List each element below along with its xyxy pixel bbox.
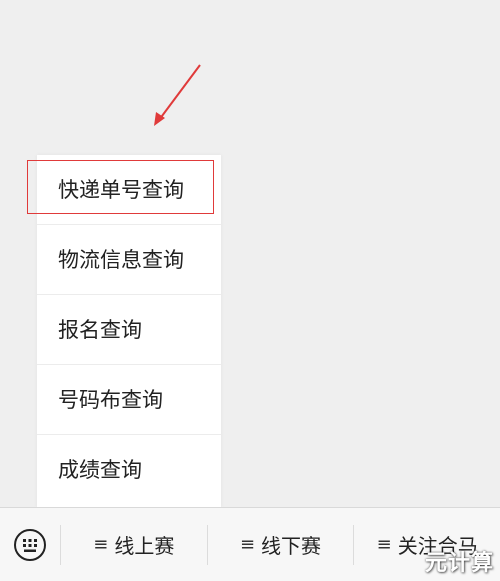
keyboard-toggle-button[interactable]	[0, 508, 60, 581]
menu-item-logistics-info[interactable]: 物流信息查询	[37, 225, 221, 295]
bottom-menu-label: 线下赛	[261, 534, 322, 558]
menu-item-results-query[interactable]: 成绩查询	[37, 435, 221, 507]
menu-item-registration-query[interactable]: 报名查询	[37, 295, 221, 365]
keyboard-icon	[14, 528, 46, 561]
bottom-menu-offline-race[interactable]: ≡ 线下赛	[208, 508, 354, 581]
menu-item-express-tracking[interactable]: 快递单号查询	[37, 155, 221, 225]
bottom-menu-label: 线上赛	[114, 534, 175, 558]
menu-list-icon: ≡	[376, 534, 392, 555]
popup-menu: 快递单号查询 物流信息查询 报名查询 号码布查询 成绩查询	[37, 155, 221, 507]
menu-item-bib-number-query[interactable]: 号码布查询	[37, 365, 221, 435]
bottom-menu-bar: ≡ 线上赛 ≡ 线下赛 ≡ 关注合马	[0, 507, 500, 581]
menu-list-icon: ≡	[239, 534, 256, 555]
menu-list-icon: ≡	[93, 534, 109, 555]
bottom-menu-label: 关注合马	[397, 534, 478, 558]
bottom-menu-online-race[interactable]: ≡ 线上赛	[61, 508, 207, 581]
bottom-menu-follow-hema[interactable]: ≡ 关注合马	[354, 508, 500, 581]
